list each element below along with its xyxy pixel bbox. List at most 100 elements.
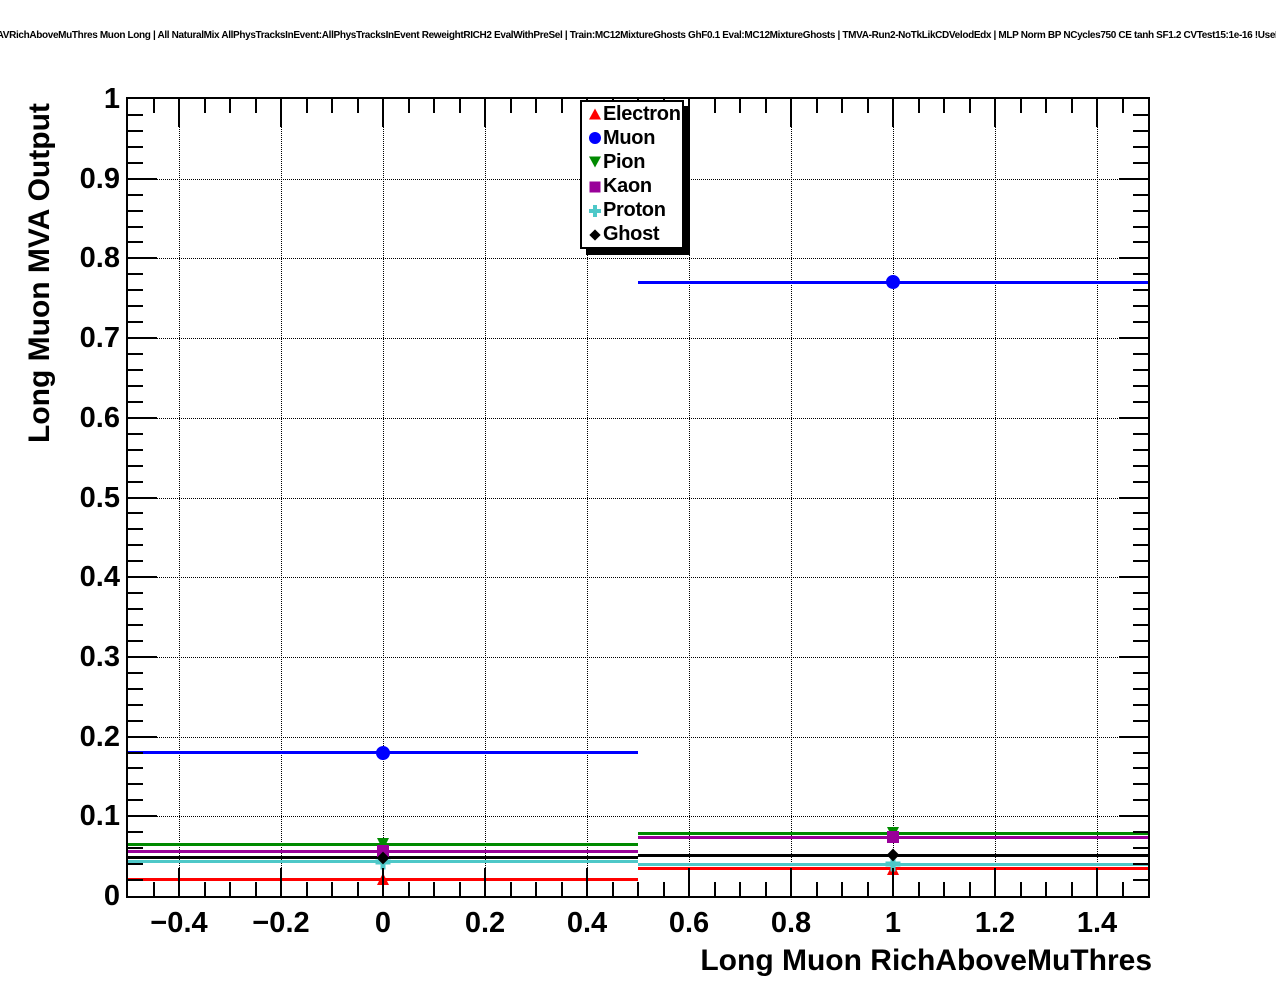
x-axis-title: Long Muon RichAboveMuThres	[700, 944, 1152, 977]
legend-entry-muon: Muon	[582, 126, 682, 150]
x-minor-tick-0.95-top	[866, 99, 869, 113]
y-major-tick-0.2-right	[1119, 735, 1148, 738]
y-minor-tick-0.46-right	[1133, 528, 1148, 531]
y-major-tick-0.5	[128, 496, 157, 499]
y-major-tick-0.3-right	[1119, 655, 1148, 658]
y-tick-label-0.6: 0.6	[79, 401, 120, 434]
x-minor-tick-0.1-top	[433, 99, 435, 113]
y-minor-tick-0.32	[128, 639, 143, 642]
y-major-tick-0.7-right	[1119, 337, 1148, 340]
y-minor-tick-0.98-right	[1133, 113, 1148, 116]
x-minor-tick--0.3	[229, 882, 231, 896]
x-major-tick-0.8-top	[790, 99, 792, 127]
gridline-y-0.3	[128, 656, 1148, 658]
y-major-tick-0.1-right	[1119, 815, 1148, 818]
y-minor-tick-0.08-right	[1133, 831, 1148, 834]
x-minor-tick-1.15	[968, 882, 971, 896]
y-tick-label-0.5: 0.5	[79, 481, 120, 514]
y-major-tick-0.8	[128, 257, 157, 260]
x-major-tick-1	[892, 868, 894, 896]
y-major-tick-0.2	[128, 735, 157, 738]
y-major-tick-0.9-right	[1119, 177, 1148, 180]
y-minor-tick-0.54	[128, 464, 143, 467]
x-minor-tick-1.05	[917, 882, 920, 896]
x-minor-tick--0.1-top	[331, 99, 333, 113]
y-minor-tick-0.58	[128, 432, 143, 435]
y-minor-tick-0.52-right	[1133, 480, 1148, 483]
x-minor-tick-0.65-top	[713, 99, 716, 113]
x-major-tick--0.4	[178, 868, 180, 896]
x-major-tick--0.2	[280, 868, 282, 896]
y-major-tick-0.5-right	[1119, 496, 1148, 499]
x-minor-tick-0.25-top	[509, 99, 512, 113]
root-canvas: MVAVRichAboveMuThres Muon Long | All Nat…	[0, 0, 1276, 996]
x-minor-tick-0.5	[637, 882, 639, 896]
y-tick-label-0.9: 0.9	[79, 162, 120, 195]
x-minor-tick-1.05-top	[917, 99, 920, 113]
y-minor-tick-0.24-right	[1133, 703, 1148, 706]
y-minor-tick-0.42-right	[1133, 560, 1148, 563]
y-major-tick-0.4	[128, 576, 157, 579]
legend-label-pion: Pion	[603, 150, 646, 173]
x-minor-tick-1.3-top	[1045, 99, 1047, 113]
y-minor-tick-0.14	[128, 783, 143, 786]
y-minor-tick-0.86-right	[1133, 209, 1148, 212]
y-minor-tick-0.68-right	[1133, 353, 1148, 356]
y-minor-tick-0.62	[128, 400, 143, 403]
x-minor-tick--0.1	[331, 882, 333, 896]
y-minor-tick-0.88	[128, 193, 143, 196]
y-minor-tick-0.52	[128, 480, 143, 483]
y-minor-tick-0.66	[128, 368, 143, 371]
legend-label-proton: Proton	[603, 199, 666, 222]
y-minor-tick-0.32-right	[1133, 639, 1148, 642]
x-minor-tick-0.15	[458, 882, 461, 896]
y-tick-label-0.1: 0.1	[79, 800, 120, 833]
x-minor-tick-0.1	[433, 882, 435, 896]
circle-icon	[587, 130, 603, 146]
y-minor-tick-0.02-right	[1133, 879, 1148, 882]
diamond-icon	[587, 227, 603, 243]
gridline-y-0.7	[128, 338, 1148, 340]
y-minor-tick-0.36-right	[1133, 608, 1148, 611]
y-minor-tick-0.82	[128, 241, 143, 244]
y-minor-tick-0.18-right	[1133, 751, 1148, 754]
marker-muon-bin0	[376, 745, 390, 760]
x-minor-tick-0.65	[713, 882, 716, 896]
legend-entry-kaon: Kaon	[582, 175, 682, 199]
x-minor-tick-0.7	[739, 882, 741, 896]
y-minor-tick-0.04-right	[1133, 863, 1148, 866]
y-minor-tick-0.18	[128, 751, 143, 754]
y-tick-label-0.8: 0.8	[79, 242, 120, 275]
y-major-tick-0.6	[128, 416, 157, 419]
y-minor-tick-0.46	[128, 528, 143, 531]
x-minor-tick-1.25	[1019, 882, 1022, 896]
y-minor-tick-0.84	[128, 225, 143, 228]
y-minor-tick-0.54-right	[1133, 464, 1148, 467]
x-major-tick-0.8	[790, 868, 792, 896]
y-minor-tick-0.26-right	[1133, 687, 1148, 690]
x-minor-tick--0.05-top	[356, 99, 359, 113]
y-minor-tick-0.64	[128, 384, 143, 387]
y-minor-tick-0.44-right	[1133, 544, 1148, 547]
y-minor-tick-0.22-right	[1133, 719, 1148, 722]
y-minor-tick-0.84-right	[1133, 225, 1148, 228]
x-minor-tick--0.25-top	[254, 99, 257, 113]
x-minor-tick--0.35-top	[203, 99, 206, 113]
x-minor-tick-1.1-top	[943, 99, 945, 113]
x-major-tick-1.2	[994, 868, 996, 896]
y-minor-tick-0.78-right	[1133, 273, 1148, 276]
x-major-tick-0-top	[382, 99, 384, 127]
x-minor-tick-0.85-top	[815, 99, 818, 113]
y-tick-label-0.3: 0.3	[79, 640, 120, 673]
y-minor-tick-0.06-right	[1133, 847, 1148, 850]
y-minor-tick-0.78	[128, 273, 143, 276]
x-minor-tick--0.3-top	[229, 99, 231, 113]
y-tick-label-1: 1	[103, 83, 120, 115]
y-minor-tick-0.12-right	[1133, 799, 1148, 802]
y-minor-tick-0.96-right	[1133, 129, 1148, 132]
legend-label-kaon: Kaon	[603, 175, 652, 198]
marker-muon-bin1	[886, 275, 900, 290]
y-tick-label-0.7: 0.7	[79, 322, 120, 355]
gridline-y-0.4	[128, 577, 1148, 579]
y-major-tick-0.8-right	[1119, 257, 1148, 260]
